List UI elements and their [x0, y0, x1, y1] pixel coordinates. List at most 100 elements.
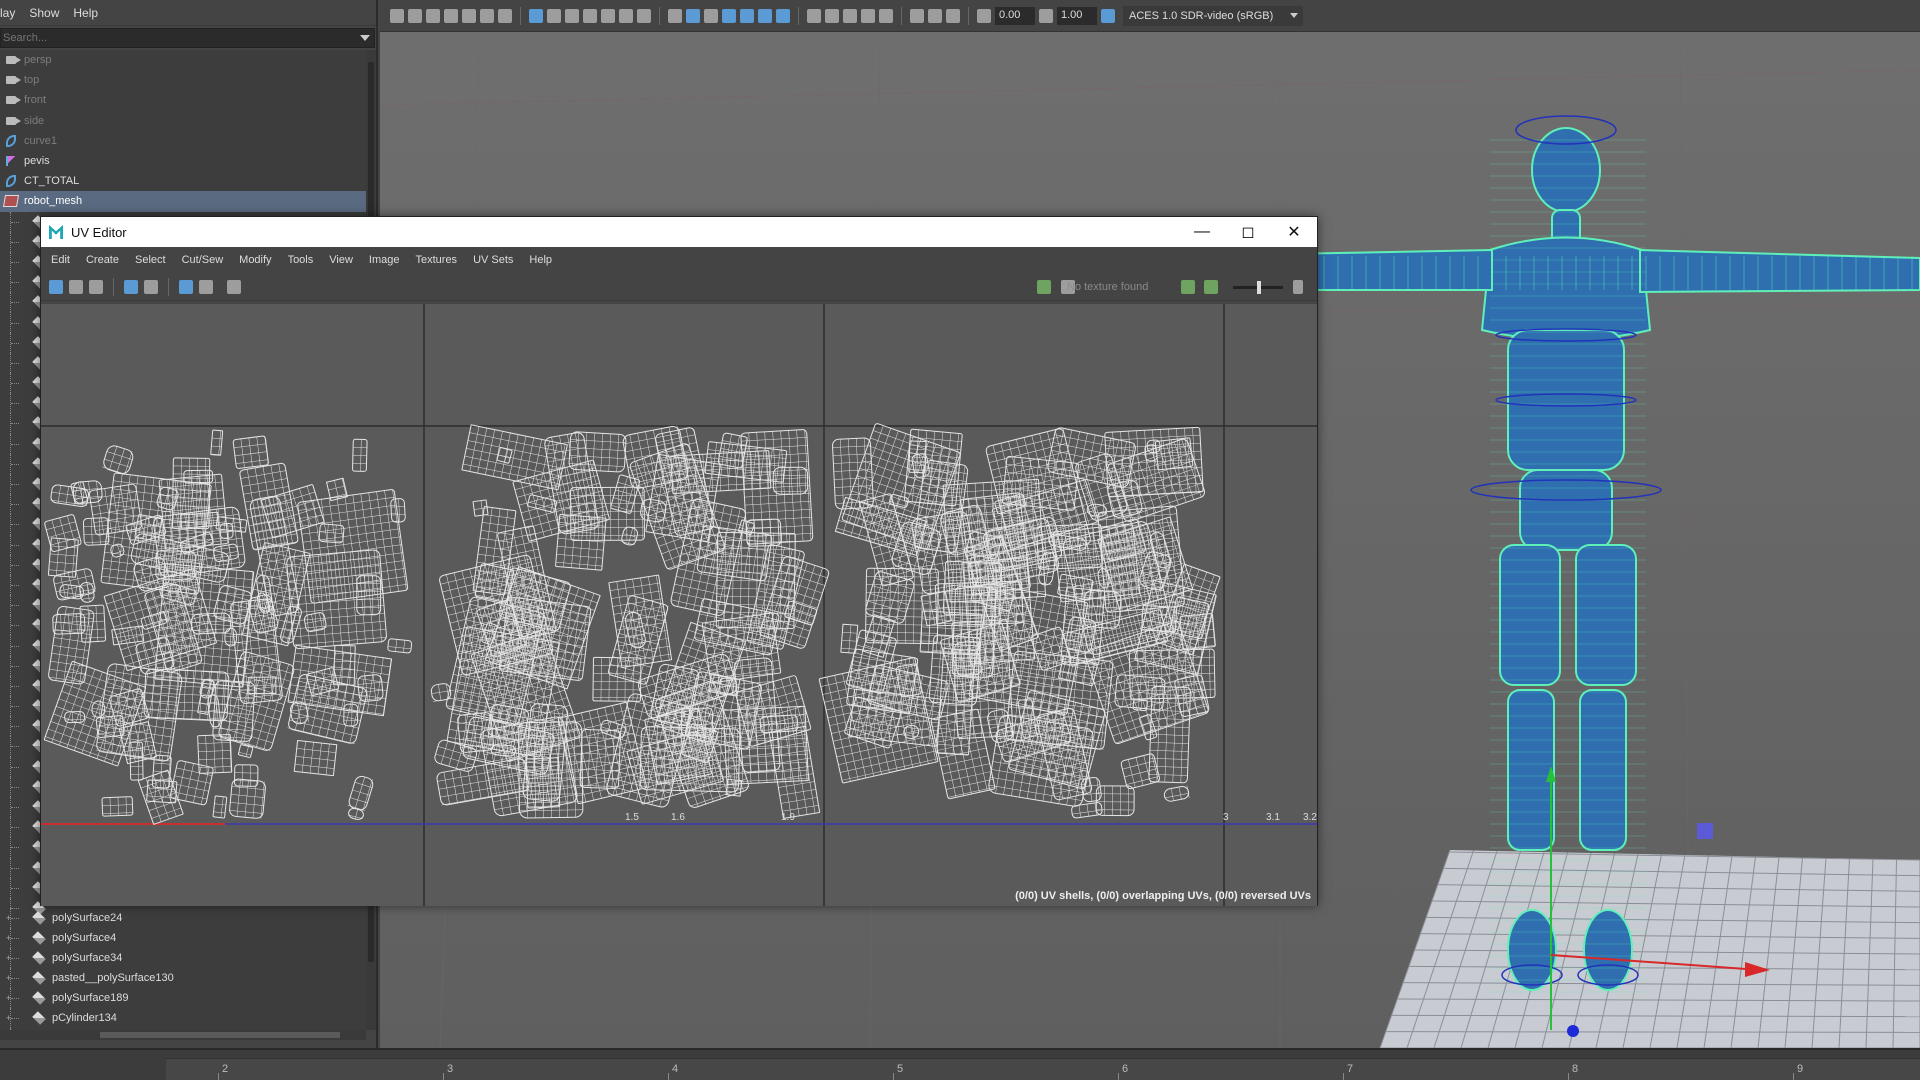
- outliner-item[interactable]: robot_mesh: [0, 191, 366, 212]
- outliner-item[interactable]: pevis: [0, 151, 366, 171]
- uv-tick-label: 1.9: [781, 812, 795, 823]
- hscroll-thumb[interactable]: [100, 1032, 340, 1038]
- gamma-icon[interactable]: [1039, 8, 1053, 23]
- outliner-item[interactable]: persp: [0, 50, 366, 70]
- field-chart-icon[interactable]: [601, 8, 615, 23]
- shadows-icon[interactable]: [825, 8, 839, 23]
- exposure-icon[interactable]: [977, 8, 991, 23]
- outliner-item[interactable]: + polySurface4: [0, 928, 366, 949]
- menu-textures[interactable]: Textures: [415, 254, 457, 266]
- tree-line: [10, 756, 28, 777]
- search-options-chevron-icon[interactable]: [360, 35, 370, 41]
- uv-canvas[interactable]: 1.5 1.6 1.9 3 3.1 3.2 (0/0) UV shells, (…: [41, 304, 1317, 906]
- menu-create[interactable]: Create: [86, 254, 119, 266]
- menu-show[interactable]: Show: [29, 6, 59, 20]
- camera-icon: [6, 76, 21, 85]
- uv-shell: [568, 431, 627, 473]
- hud-icon[interactable]: [946, 8, 960, 23]
- smooth-shade-icon[interactable]: [686, 8, 700, 23]
- textured-icon[interactable]: [928, 8, 942, 23]
- menu-image[interactable]: Image: [369, 254, 400, 266]
- use-all-lights-icon[interactable]: [807, 8, 821, 23]
- menu-cut-sew[interactable]: Cut/Sew: [182, 254, 224, 266]
- outliner-search-input[interactable]: [1, 32, 351, 44]
- time-slider[interactable]: 2 3 4 5 6 7 8 9: [0, 1048, 1920, 1080]
- image-brightness-slider[interactable]: [1233, 281, 1283, 294]
- wireframe-icon[interactable]: [668, 8, 682, 23]
- wireframe-on-shaded-icon[interactable]: [722, 8, 736, 23]
- 2d-pan-icon[interactable]: [480, 8, 494, 23]
- camera-attributes-icon[interactable]: [408, 8, 422, 23]
- dim-image-icon[interactable]: [1204, 280, 1218, 294]
- resolution-gate-icon[interactable]: [565, 8, 579, 23]
- outliner-item[interactable]: + pasted__polySurface130: [0, 968, 366, 989]
- menu-display[interactable]: lay: [0, 6, 15, 20]
- outliner-item[interactable]: top: [0, 70, 366, 90]
- image-display-icon[interactable]: [1037, 280, 1051, 294]
- ambient-occlusion-icon[interactable]: [843, 8, 857, 23]
- outliner-item[interactable]: + polySurface189: [0, 988, 366, 1009]
- close-button[interactable]: ✕: [1271, 217, 1317, 247]
- menu-uv-sets[interactable]: UV Sets: [473, 254, 513, 266]
- gamma-field[interactable]: 1.00: [1057, 6, 1097, 25]
- menu-view[interactable]: View: [329, 254, 353, 266]
- uv-shaded-icon[interactable]: [69, 279, 83, 294]
- image-plane-icon[interactable]: [444, 8, 458, 23]
- minimize-button[interactable]: —: [1179, 217, 1225, 247]
- tree-line: [10, 292, 28, 313]
- outliner-horizontal-scrollbar[interactable]: [0, 1030, 366, 1040]
- tree-line: [10, 574, 28, 596]
- uv-status-message: (0/0) UV shells, (0/0) overlapping UVs, …: [1015, 890, 1311, 902]
- grease-pencil-icon[interactable]: [462, 8, 476, 23]
- uv-grid-icon[interactable]: [49, 279, 63, 294]
- xray-icon[interactable]: [740, 8, 754, 23]
- outliner-item[interactable]: front: [0, 90, 366, 110]
- uv-snapshot-icon[interactable]: [227, 279, 241, 294]
- outliner-item[interactable]: curve1: [0, 131, 366, 151]
- timeline-ruler[interactable]: 2 3 4 5 6 7 8 9: [166, 1058, 1920, 1080]
- uv-wireframe-icon[interactable]: [124, 279, 138, 294]
- uv-shell: [154, 563, 255, 688]
- xray-active-icon[interactable]: [758, 8, 772, 23]
- select-camera-icon[interactable]: [879, 8, 893, 23]
- color-management-icon[interactable]: [1101, 8, 1115, 23]
- step-forward-icon[interactable]: [1293, 280, 1303, 294]
- safe-action-icon[interactable]: [619, 8, 633, 23]
- menu-tools[interactable]: Tools: [288, 254, 314, 266]
- slider-knob[interactable]: [1257, 281, 1261, 294]
- grid-icon[interactable]: [529, 8, 543, 23]
- outliner-item[interactable]: side: [0, 111, 366, 131]
- outliner-item[interactable]: + pCylinder134: [0, 1008, 366, 1029]
- menu-select[interactable]: Select: [135, 254, 166, 266]
- character-mesh-part: [1480, 236, 1652, 341]
- bookmark-icon[interactable]: [426, 8, 440, 23]
- maximize-button[interactable]: ◻: [1225, 217, 1271, 247]
- pencil-icon[interactable]: [498, 8, 512, 23]
- gate-mask-icon[interactable]: [583, 8, 597, 23]
- uv-editor-titlebar[interactable]: UV Editor — ◻ ✕: [41, 217, 1317, 247]
- camera-icon[interactable]: [390, 8, 404, 23]
- colorspace-dropdown[interactable]: ACES 1.0 SDR-video (sRGB): [1123, 5, 1303, 26]
- uv-checker-icon[interactable]: [144, 279, 158, 294]
- film-gate-icon[interactable]: [547, 8, 561, 23]
- menu-help[interactable]: Help: [73, 6, 98, 20]
- uv-pivot-icon[interactable]: [199, 279, 213, 294]
- uv-snap-icon[interactable]: [179, 279, 193, 294]
- outliner-item[interactable]: + polySurface24: [0, 908, 366, 929]
- menu-help[interactable]: Help: [529, 254, 552, 266]
- xray-joints-icon[interactable]: [776, 8, 790, 23]
- tree-line: [10, 595, 28, 616]
- motion-blur-icon[interactable]: [861, 8, 875, 23]
- image-ratio-icon[interactable]: [1181, 280, 1195, 294]
- menu-edit[interactable]: Edit: [51, 254, 70, 266]
- safe-title-icon[interactable]: [637, 8, 651, 23]
- menu-modify[interactable]: Modify: [239, 254, 271, 266]
- outliner-item[interactable]: CT_TOTAL: [0, 171, 366, 191]
- exposure-field[interactable]: 0.00: [995, 6, 1035, 25]
- outliner-item[interactable]: + polySurface34: [0, 948, 366, 969]
- uv-shell: [44, 514, 82, 553]
- tree-line: [10, 393, 28, 414]
- uv-distortion-icon[interactable]: [89, 279, 103, 294]
- default-material-icon[interactable]: [704, 8, 718, 23]
- isolate-select-icon[interactable]: [910, 8, 924, 23]
